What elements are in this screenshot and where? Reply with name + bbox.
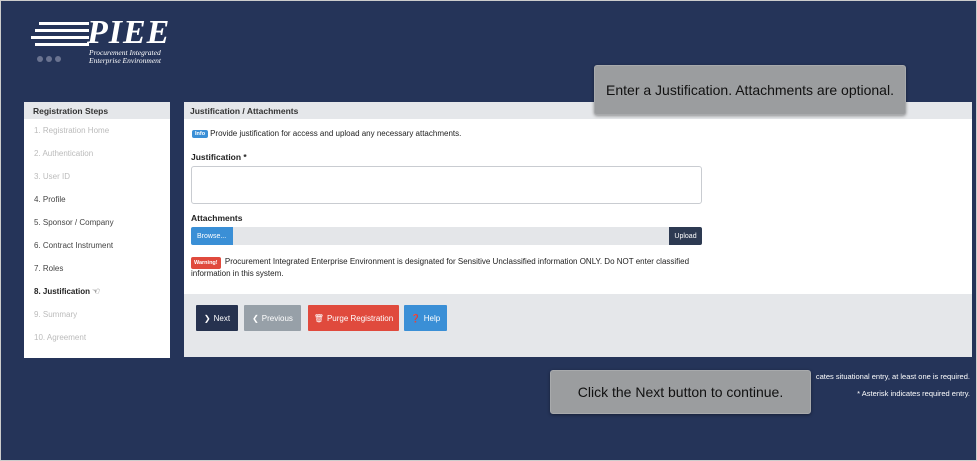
step-profile[interactable]: 4. Profile: [24, 188, 170, 211]
info-text: Provide justification for access and upl…: [210, 129, 462, 138]
step-user-id: 3. User ID: [34, 172, 71, 181]
step-registration-home: 1. Registration Home: [34, 126, 110, 135]
trash-icon: 🗑: [313, 313, 324, 323]
chevron-right-icon: ❯: [203, 313, 211, 323]
purge-registration-button[interactable]: 🗑 Purge Registration: [308, 305, 399, 331]
piee-logo: PIEE Procurement Integrated Enterprise E…: [31, 14, 181, 73]
step-authentication: 2. Authentication: [34, 149, 94, 158]
instruction-tooltip-justification: Enter a Justification. Attachments are o…: [594, 65, 906, 115]
sidebar-heading: Registration Steps: [24, 102, 170, 119]
file-name-field[interactable]: [233, 227, 669, 245]
situational-entry-note: cates situational entry, at least one is…: [815, 372, 970, 381]
justification-textarea[interactable]: [191, 166, 702, 204]
step-roles[interactable]: 7. Roles: [24, 257, 170, 280]
step-justification: 8. Justification ☜: [34, 286, 101, 296]
warning-message: Warning! Procurement Integrated Enterpri…: [191, 257, 711, 279]
step-agreement: 10. Agreement: [34, 333, 87, 342]
warning-text: Procurement Integrated Enterprise Enviro…: [191, 257, 690, 278]
info-badge: Info: [192, 129, 209, 138]
attachment-file-input: Browse... Upload: [191, 227, 702, 245]
attachments-label: Attachments: [191, 213, 243, 223]
logo-seal-dots: [37, 56, 61, 62]
registration-steps-sidebar: Registration Steps 1. Registration Home …: [24, 102, 170, 358]
question-circle-icon: ❓: [410, 313, 421, 323]
logo-subtitle-line2: Enterprise Environment: [89, 56, 162, 65]
logo-title: PIEE: [87, 14, 171, 51]
logo-subtitle: Procurement Integrated Enterprise Enviro…: [89, 49, 161, 65]
browse-button[interactable]: Browse...: [191, 227, 233, 245]
help-button[interactable]: ❓ Help: [404, 305, 447, 331]
chevron-left-icon: ❮: [252, 313, 259, 323]
logo-lines-graphic: [31, 20, 91, 46]
info-message: Info Provide justification for access an…: [192, 129, 461, 138]
next-button[interactable]: ❯ Next: [196, 305, 238, 331]
purge-label: Purge Registration: [326, 313, 394, 323]
previous-button[interactable]: ❮ Previous: [244, 305, 301, 331]
next-label: Next: [213, 313, 231, 323]
pointer-hand-icon: ☜: [92, 286, 101, 296]
warning-badge: Warning!: [191, 257, 221, 269]
previous-label: Previous: [261, 313, 293, 323]
action-bar: ❯ Next ❮ Previous 🗑 Purge Registration ❓…: [184, 294, 972, 357]
required-entry-note: * Asterisk indicates required entry.: [857, 389, 970, 398]
step-sponsor-company[interactable]: 5. Sponsor / Company: [24, 211, 170, 234]
help-label: Help: [423, 313, 441, 323]
upload-button[interactable]: Upload: [669, 227, 702, 245]
step-summary: 9. Summary: [34, 310, 78, 319]
instruction-tooltip-next: Click the Next button to continue.: [550, 370, 811, 414]
step-contract-instrument[interactable]: 6. Contract Instrument: [24, 234, 170, 257]
justification-panel: Justification / Attachments Info Provide…: [184, 102, 972, 357]
justification-label: Justification *: [191, 152, 247, 162]
